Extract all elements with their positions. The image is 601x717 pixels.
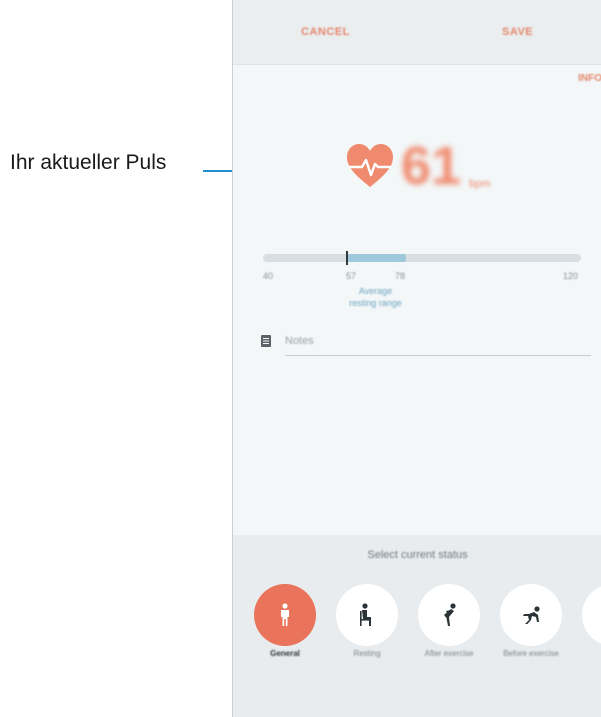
info-link[interactable]: INFO xyxy=(578,73,601,84)
range-tick-low: 57 xyxy=(346,271,357,281)
measurement-content: INFO 61 bpm 40 57 78 120 Average resting… xyxy=(233,65,601,535)
sitting-person-icon xyxy=(360,603,371,626)
cancel-button[interactable]: CANCEL xyxy=(301,26,350,38)
status-label-general: General xyxy=(270,649,300,658)
crouching-runner-icon xyxy=(523,606,540,624)
resting-range-fill xyxy=(347,254,406,262)
status-label-before-exercise: Before exercise xyxy=(503,649,559,658)
top-bar: CANCEL SAVE xyxy=(233,0,601,65)
status-label-resting: Resting xyxy=(353,649,381,658)
range-tick-high: 78 xyxy=(395,271,406,281)
status-more-button[interactable] xyxy=(582,584,601,646)
status-after-exercise-button[interactable] xyxy=(418,584,480,646)
bending-person-icon xyxy=(444,603,456,626)
status-title: Select current status xyxy=(367,549,468,561)
standing-person-icon xyxy=(281,603,289,626)
current-pulse-marker xyxy=(346,251,348,265)
status-panel: Select current status General Resting Af… xyxy=(233,535,601,717)
pulse-unit: bpm xyxy=(469,178,491,190)
range-tick-max: 120 xyxy=(563,271,579,281)
note-placeholder: Notes xyxy=(285,335,314,347)
status-label-after-exercise: After exercise xyxy=(424,649,474,658)
range-caption-line2: resting range xyxy=(349,298,402,308)
note-input[interactable]: Notes xyxy=(285,333,591,356)
range-tick-min: 40 xyxy=(263,271,274,281)
range-caption: Average resting range xyxy=(333,285,418,309)
range-caption-line1: Average xyxy=(358,286,393,296)
heart-rate-icon xyxy=(347,144,393,187)
phone-screen: CANCEL SAVE INFO 61 bpm 40 57 78 120 Ave… xyxy=(232,0,601,717)
save-button[interactable]: SAVE xyxy=(502,26,533,38)
status-before-exercise-button[interactable] xyxy=(500,584,562,646)
callout-label: Ihr aktueller Puls xyxy=(10,151,167,174)
pulse-value: 61 xyxy=(401,136,462,196)
note-icon xyxy=(261,335,271,347)
status-resting-button[interactable] xyxy=(336,584,398,646)
status-general-button[interactable] xyxy=(254,584,316,646)
resting-range-track xyxy=(263,254,581,262)
